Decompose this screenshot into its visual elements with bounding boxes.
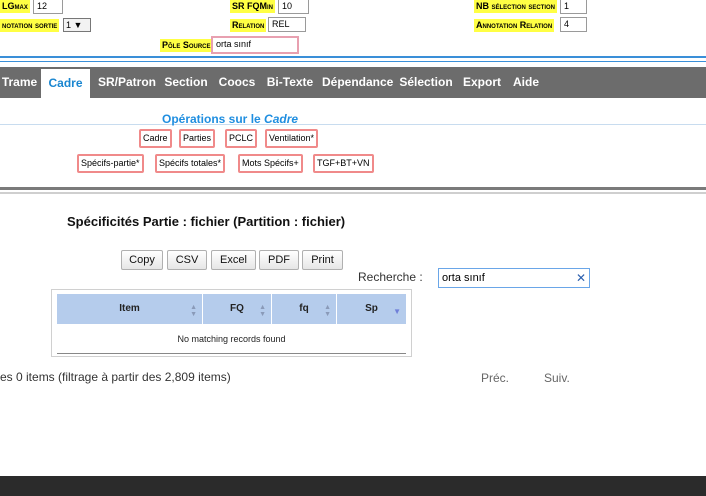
sort-both-icon: ▲ ▼ <box>259 304 266 318</box>
pole-source-label: Pôle Source <box>160 39 213 52</box>
annotation-sortie-select[interactable]: 1 ▼ <box>63 18 91 32</box>
annotation-sortie-label: notation sortie <box>0 19 60 32</box>
next-page-button[interactable]: Suiv. <box>544 371 570 385</box>
col-header-sp[interactable]: Sp ▼ <box>337 294 406 324</box>
operations-title-prefix: Opérations sur le <box>162 112 261 126</box>
nav-section[interactable]: Section <box>162 67 210 98</box>
nav-aide[interactable]: Aide <box>510 67 542 98</box>
main-nav: Trame Cadre SR/Patron Section Coocs Bi-T… <box>0 67 706 98</box>
form-divider-thin <box>0 61 706 62</box>
op-specifs-partie-button[interactable]: Spécifs-partie* <box>77 154 144 173</box>
sort-both-icon: ▲ ▼ <box>190 304 197 318</box>
op-parties-button[interactable]: Parties <box>179 129 216 148</box>
operations-title-em: Cadre <box>264 112 299 126</box>
col-header-fq-lower[interactable]: fq ▲ ▼ <box>272 294 336 324</box>
pdf-button[interactable]: PDF <box>259 250 299 270</box>
sort-desc-icon: ▼ <box>393 307 401 316</box>
nb-selection-label: NB sélection section <box>474 0 558 13</box>
lgmax-label: LGmax <box>0 0 30 13</box>
copy-button[interactable]: Copy <box>121 250 163 270</box>
ops-bottom-rule <box>0 187 706 190</box>
search-label: Recherche : <box>358 270 423 284</box>
nav-cadre[interactable]: Cadre <box>41 69 90 98</box>
nav-selection[interactable]: Sélection <box>398 67 454 98</box>
nav-bi-texte[interactable]: Bi-Texte <box>263 67 317 98</box>
relation-input[interactable]: REL <box>268 17 306 32</box>
ops-divider <box>0 124 706 125</box>
print-button[interactable]: Print <box>302 250 343 270</box>
col-header-fq-label: FQ <box>230 303 244 314</box>
search-input[interactable]: orta sınıf <box>438 268 590 288</box>
empty-table-message: No matching records found <box>57 326 406 354</box>
prev-page-button[interactable]: Préc. <box>481 371 509 385</box>
op-cadre-button[interactable]: Cadre <box>139 129 172 148</box>
col-header-fq-lower-label: fq <box>299 303 309 314</box>
nb-selection-input[interactable]: 1 <box>560 0 587 14</box>
nav-trame[interactable]: Trame <box>0 67 39 98</box>
col-header-item-label: Item <box>119 303 140 314</box>
pole-source-input[interactable]: orta sınıf <box>211 36 299 54</box>
table-info: es 0 items (filtrage à partir des 2,809 … <box>0 370 231 384</box>
col-header-item[interactable]: Item ▲ ▼ <box>57 294 202 324</box>
sort-both-icon: ▲ ▼ <box>324 304 331 318</box>
op-mots-specifs-button[interactable]: Mots Spécifs+ <box>238 154 303 173</box>
excel-button[interactable]: Excel <box>211 250 256 270</box>
form-divider <box>0 56 706 58</box>
op-ventilation-button[interactable]: Ventilation* <box>265 129 319 148</box>
ops-bottom-shadow <box>0 192 706 194</box>
op-specifs-totales-button[interactable]: Spécifs totales* <box>155 154 226 173</box>
nav-coocs[interactable]: Coocs <box>215 67 259 98</box>
nav-sr-patron[interactable]: SR/Patron <box>94 67 160 98</box>
sr-fqmin-input[interactable]: 10 <box>278 0 309 14</box>
annotation-relation-input[interactable]: 4 <box>560 17 587 32</box>
op-tgf-bt-vn-button[interactable]: TGF+BT+VN <box>313 154 374 173</box>
operations-title: Opérations sur le Cadre <box>162 112 298 126</box>
col-header-fq[interactable]: FQ ▲ ▼ <box>203 294 271 324</box>
sr-fqmin-label: SR FQMin <box>230 0 275 13</box>
footer-bar <box>0 476 706 496</box>
clear-search-icon[interactable]: ✕ <box>576 272 586 284</box>
op-pclc-button[interactable]: PCLC <box>225 129 258 148</box>
csv-button[interactable]: CSV <box>167 250 207 270</box>
operations-panel <box>0 98 706 191</box>
col-header-sp-label: Sp <box>365 303 378 314</box>
results-title: Spécificités Partie : fichier (Partition… <box>67 214 346 229</box>
annotation-relation-label: Annotation Relation <box>474 19 555 32</box>
nav-dependance[interactable]: Dépendance <box>322 67 393 98</box>
nav-export[interactable]: Export <box>461 67 503 98</box>
relation-label: Relation <box>230 19 267 32</box>
lgmax-input[interactable]: 12 <box>33 0 63 14</box>
